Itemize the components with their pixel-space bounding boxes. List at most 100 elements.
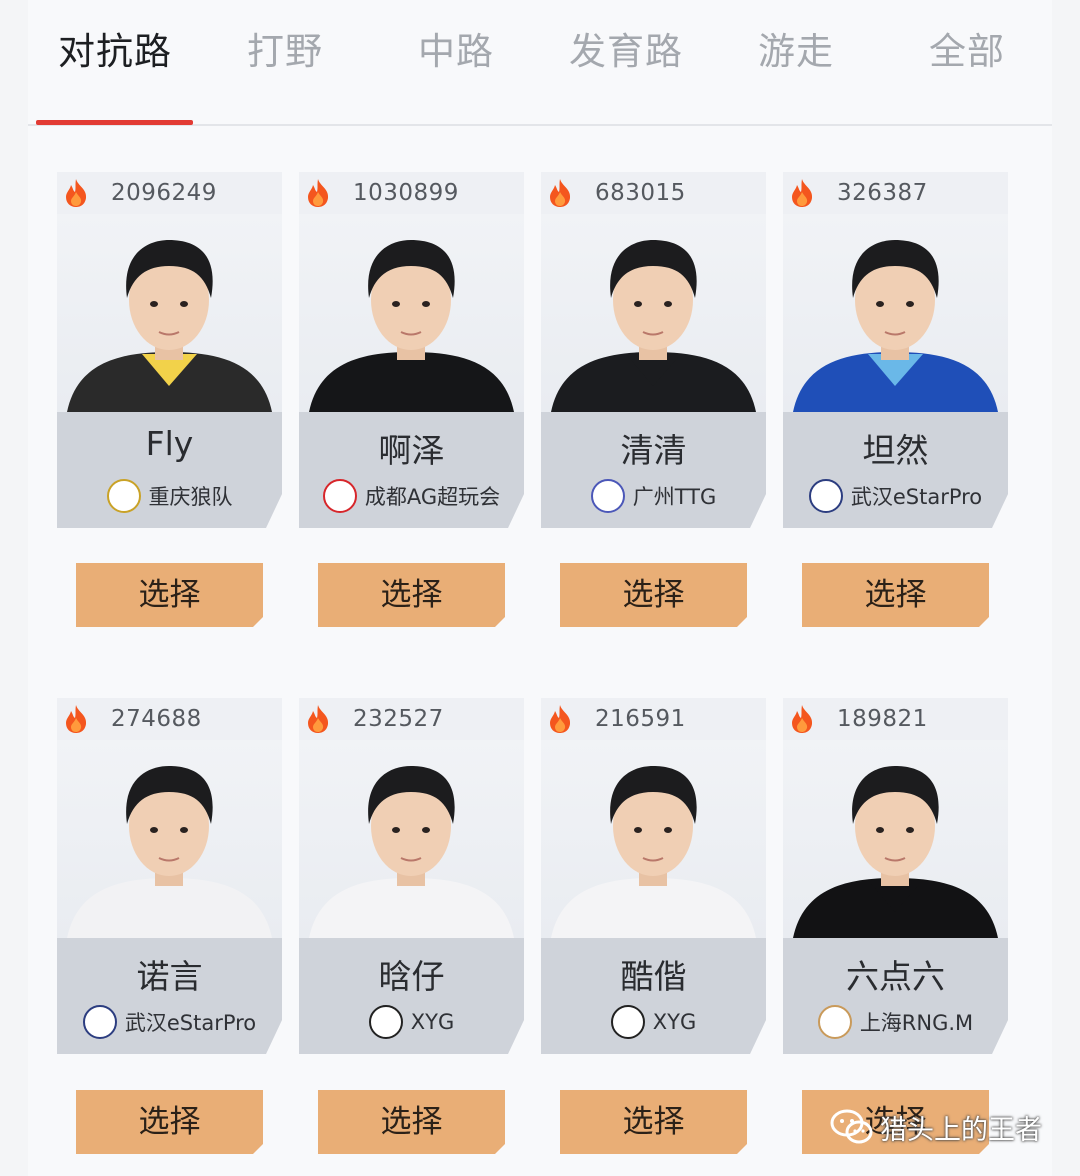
eye-shape (150, 827, 158, 833)
player-portrait (299, 740, 524, 938)
player-card[interactable]: 683015 清清 广州TTG (541, 172, 766, 528)
player-info: 酷偕 XYG (541, 938, 766, 1054)
player-card[interactable]: 2096249 Fly 重庆狼队 (57, 172, 282, 528)
tab-bot-lane[interactable]: 发育路 (569, 22, 683, 82)
fire-icon (308, 705, 329, 733)
eye-shape (180, 827, 188, 833)
select-button[interactable]: 选择 (802, 563, 989, 627)
fire-icon (792, 179, 813, 207)
portrait-figure (551, 766, 756, 938)
eye-shape (906, 827, 914, 833)
team-logo-icon (808, 479, 843, 513)
heat-row: 1030899 (305, 176, 459, 210)
watermark: 猎头上的王者 (830, 1104, 1042, 1150)
portrait-figure (793, 766, 998, 938)
eye-shape (634, 827, 642, 833)
heat-row: 274688 (63, 702, 202, 736)
player-card[interactable]: 216591 酷偕 XYG (541, 698, 766, 1054)
player-portrait (57, 214, 282, 412)
player-name: 诺言 (136, 957, 203, 996)
player-card[interactable]: 1030899 啊泽 成都AG超玩会 (299, 172, 524, 528)
select-button[interactable]: 选择 (560, 563, 747, 627)
select-button[interactable]: 选择 (318, 1090, 505, 1154)
tab-top-lane[interactable]: 对抗路 (58, 22, 172, 82)
team-logo-icon (106, 479, 141, 513)
heat-row: 2096249 (63, 176, 217, 210)
fire-icon (308, 179, 329, 207)
team-name: XYG (652, 1010, 697, 1034)
eye-shape (392, 827, 400, 833)
player-card[interactable]: 274688 诺言 武汉eStarPro (57, 698, 282, 1054)
eye-shape (392, 301, 400, 307)
player-info: 清清 广州TTG (541, 412, 766, 528)
tab-all[interactable]: 全部 (929, 22, 1005, 82)
player-name: 清清 (620, 431, 687, 470)
team-logo-icon (368, 1005, 403, 1039)
select-button[interactable]: 选择 (560, 1090, 747, 1154)
player-name: 啊泽 (378, 431, 445, 470)
heat-row: 326387 (789, 176, 928, 210)
team-row: XYG (541, 1002, 766, 1042)
player-portrait (541, 740, 766, 938)
portrait-figure (67, 240, 272, 412)
team-row: XYG (299, 1002, 524, 1042)
eye-shape (150, 301, 158, 307)
fire-icon (66, 705, 87, 733)
eye-shape (906, 301, 914, 307)
player-card[interactable]: 232527 晗仔 XYG (299, 698, 524, 1054)
heat-row: 216591 (547, 702, 686, 736)
eye-shape (876, 827, 884, 833)
portrait-figure (551, 240, 756, 412)
team-name: XYG (410, 1010, 455, 1034)
player-portrait (783, 740, 1008, 938)
eye-shape (664, 827, 672, 833)
player-info: Fly 重庆狼队 (57, 412, 282, 528)
team-row: 成都AG超玩会 (299, 476, 524, 516)
select-button[interactable]: 选择 (76, 563, 263, 627)
player-portrait (783, 214, 1008, 412)
team-row: 武汉eStarPro (57, 1002, 282, 1042)
team-row: 广州TTG (541, 476, 766, 516)
heat-value: 683015 (595, 180, 686, 206)
fire-icon (550, 179, 571, 207)
team-row: 武汉eStarPro (783, 476, 1008, 516)
team-logo-icon (322, 479, 357, 513)
player-info: 啊泽 成都AG超玩会 (299, 412, 524, 528)
player-card[interactable]: 189821 六点六 上海RNG.M (783, 698, 1008, 1054)
heat-value: 1030899 (353, 180, 459, 206)
player-info: 诺言 武汉eStarPro (57, 938, 282, 1054)
team-name: 广州TTG (632, 485, 717, 509)
team-name: 上海RNG.M (859, 1011, 974, 1035)
active-tab-indicator (36, 120, 193, 125)
team-name: 成都AG超玩会 (364, 485, 501, 509)
heat-value: 216591 (595, 706, 686, 732)
portrait-figure (309, 766, 514, 938)
select-button[interactable]: 选择 (76, 1090, 263, 1154)
heat-row: 232527 (305, 702, 444, 736)
tab-jungle[interactable]: 打野 (247, 22, 323, 82)
portrait-figure (67, 766, 272, 938)
eye-shape (634, 301, 642, 307)
player-name: 酷偕 (620, 957, 687, 996)
tab-roam[interactable]: 游走 (758, 22, 834, 82)
team-row: 重庆狼队 (57, 476, 282, 516)
eye-shape (180, 301, 188, 307)
player-portrait (541, 214, 766, 412)
fire-icon (792, 705, 813, 733)
player-name: 晗仔 (378, 957, 445, 996)
tab-mid-lane[interactable]: 中路 (418, 22, 494, 82)
heat-value: 232527 (353, 706, 444, 732)
player-name: 六点六 (846, 957, 945, 996)
eye-shape (664, 301, 672, 307)
select-button[interactable]: 选择 (318, 563, 505, 627)
player-portrait (299, 214, 524, 412)
player-card[interactable]: 326387 坦然 武汉eStarPro (783, 172, 1008, 528)
heat-value: 326387 (837, 180, 928, 206)
heat-value: 189821 (837, 706, 928, 732)
fire-icon (550, 705, 571, 733)
portrait-figure (309, 240, 514, 412)
heat-value: 2096249 (111, 180, 217, 206)
team-logo-icon (590, 479, 625, 513)
team-row: 上海RNG.M (783, 1002, 1008, 1042)
player-info: 坦然 武汉eStarPro (783, 412, 1008, 528)
